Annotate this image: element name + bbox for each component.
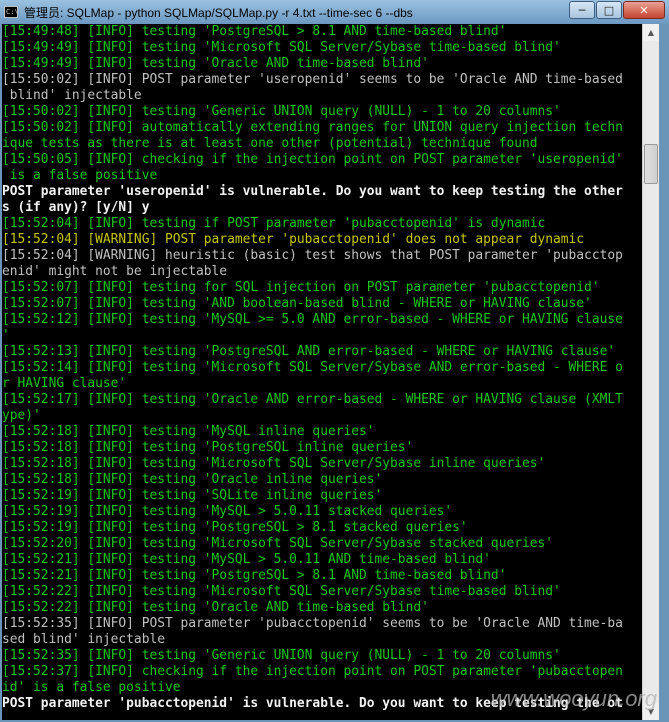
maximize-icon: □ <box>603 3 615 17</box>
console-line: [15:52:07] [INFO] testing 'AND boolean-b… <box>2 296 592 311</box>
console-line: [15:50:02] [INFO] automatically extendin… <box>2 120 623 135</box>
console-line: [15:52:22] [INFO] testing 'Microsoft SQL… <box>2 584 561 599</box>
console-line: [15:52:04] [WARNING] heuristic (basic) t… <box>2 248 623 263</box>
console-line: [15:52:18] [INFO] testing 'Microsoft SQL… <box>2 456 546 471</box>
console-line: [15:52:17] [INFO] testing 'Oracle AND er… <box>2 392 623 407</box>
console-line: [15:52:37] [INFO] checking if the inject… <box>2 664 623 679</box>
console-line: r HAVING clause' <box>2 376 127 391</box>
close-icon: ✕ <box>639 3 649 17</box>
console-window: C:\ 管理员: SQLMap - python SQLMap/SQLMap.p… <box>0 0 669 722</box>
console-line: [15:49:49] [INFO] testing 'Oracle AND ti… <box>2 56 429 71</box>
console-line: sed blind' injectable <box>2 632 165 647</box>
console-line: [15:50:05] [INFO] checking if the inject… <box>2 152 623 167</box>
window-border <box>659 24 669 722</box>
watermark: www.wooyun.org <box>490 686 657 711</box>
console-line: [15:52:35] [INFO] POST parameter 'pubacc… <box>2 616 623 631</box>
console-line: [15:49:49] [INFO] testing 'Microsoft SQL… <box>2 40 561 55</box>
console-line: [15:52:35] [INFO] testing 'Generic UNION… <box>2 648 561 663</box>
console-line: [15:52:22] [INFO] testing 'Oracle AND ti… <box>2 600 429 615</box>
window-title: 管理员: SQLMap - python SQLMap/SQLMap.py -r… <box>24 5 413 20</box>
console-line: enid' might not be injectable <box>2 264 228 279</box>
console-line: [15:52:07] [INFO] testing for SQL inject… <box>2 280 600 295</box>
console-line: [15:52:18] [INFO] testing 'MySQL inline … <box>2 424 375 439</box>
console-line: [15:52:18] [INFO] testing 'Oracle inline… <box>2 472 383 487</box>
console-line: [15:52:04] [WARNING] POST parameter 'pub… <box>2 232 585 247</box>
console-line: [15:52:21] [INFO] testing 'PostgreSQL > … <box>2 568 507 583</box>
console-line: [15:52:13] [INFO] testing 'PostgreSQL AN… <box>2 344 616 359</box>
console-line: ique tests as there is at least one othe… <box>2 136 538 151</box>
title-bar[interactable]: C:\ 管理员: SQLMap - python SQLMap/SQLMap.p… <box>0 0 669 24</box>
window-controls: ─ □ ✕ <box>569 1 665 19</box>
console-line: [15:50:02] [INFO] POST parameter 'userop… <box>2 72 623 87</box>
console-line: [15:52:19] [INFO] testing 'MySQL > 5.0.1… <box>2 504 453 519</box>
close-button[interactable]: ✕ <box>623 1 665 19</box>
console-line: is a false positive <box>2 168 158 183</box>
console-line: id' is a false positive <box>2 680 181 695</box>
console-line: ' <box>2 328 10 343</box>
minimize-button[interactable]: ─ <box>569 1 595 19</box>
console-line: s (if any)? [y/N] y <box>2 200 150 215</box>
console-line: [15:50:02] [INFO] testing 'Generic UNION… <box>2 104 561 119</box>
scrollbar-thumb[interactable] <box>644 144 658 184</box>
console-line: ype)' <box>2 408 41 423</box>
console-line: [15:49:48] [INFO] testing 'PostgreSQL > … <box>2 24 507 39</box>
console-output[interactable]: [15:49:48] [INFO] testing 'PostgreSQL > … <box>2 24 642 720</box>
console-line: [15:52:14] [INFO] testing 'Microsoft SQL… <box>2 360 623 375</box>
console-line: [15:52:19] [INFO] testing 'SQLite inline… <box>2 488 383 503</box>
console-line: [15:52:18] [INFO] testing 'PostgreSQL in… <box>2 440 414 455</box>
vertical-scrollbar[interactable]: ▲ ▼ <box>642 24 659 720</box>
maximize-button[interactable]: □ <box>596 1 622 19</box>
console-line: [15:52:20] [INFO] testing 'Microsoft SQL… <box>2 536 554 551</box>
console-line: blind' injectable <box>2 88 142 103</box>
console-line: [15:52:19] [INFO] testing 'PostgreSQL > … <box>2 520 468 535</box>
console-line: POST parameter 'useropenid' is vulnerabl… <box>2 184 623 199</box>
minimize-icon: ─ <box>578 3 586 17</box>
console-line: [15:52:12] [INFO] testing 'MySQL >= 5.0 … <box>2 312 623 327</box>
console-line: [15:52:21] [INFO] testing 'MySQL > 5.0.1… <box>2 552 491 567</box>
cmd-icon[interactable]: C:\ <box>4 6 18 18</box>
scroll-up-arrow-icon[interactable]: ▲ <box>643 24 659 41</box>
console-line: [15:52:04] [INFO] testing if POST parame… <box>2 216 546 231</box>
